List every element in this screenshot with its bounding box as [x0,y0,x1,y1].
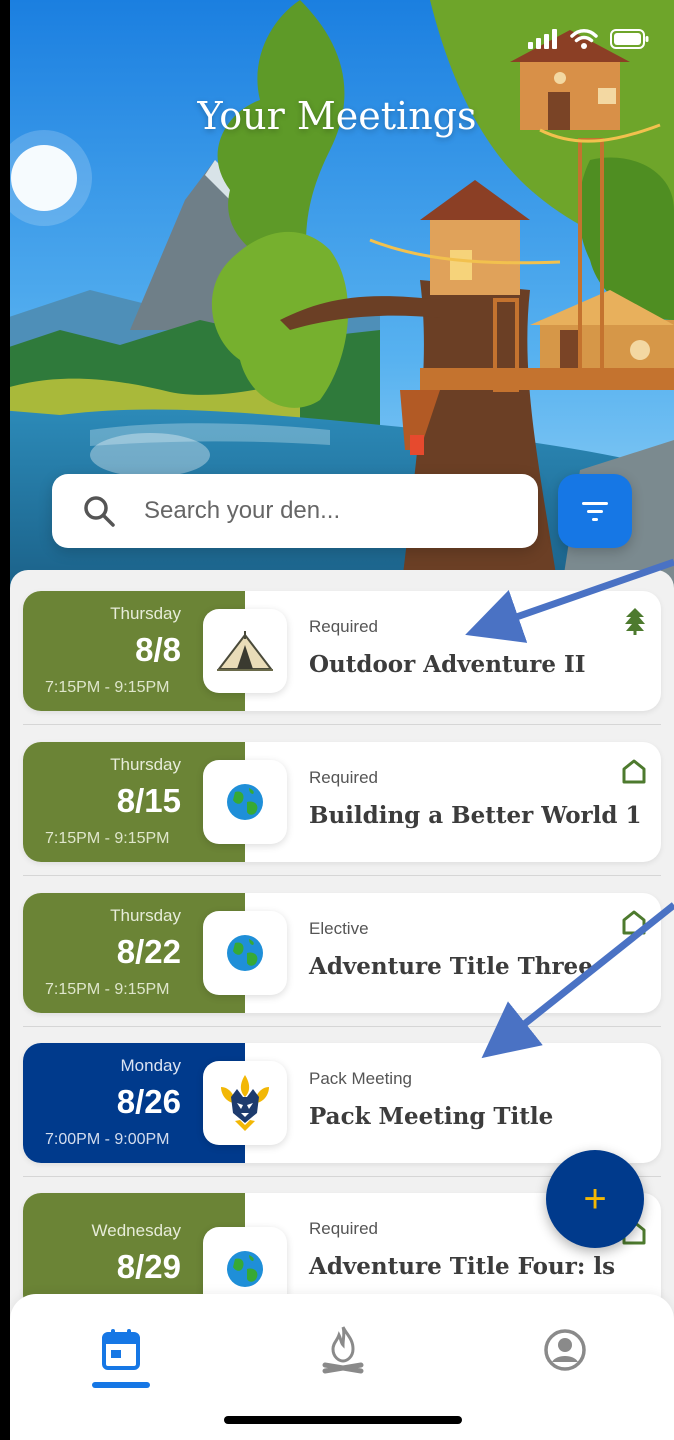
adventure-tile [203,760,287,844]
meeting-time: 7:15PM - 9:15PM [45,830,170,847]
meeting-title: Outdoor Adventure II [309,651,586,678]
meeting-day: Monday [120,1056,181,1075]
meeting-time: 7:15PM - 9:15PM [45,679,170,696]
add-meeting-button[interactable]: + [546,1150,644,1248]
nav-profile[interactable] [535,1320,595,1380]
calendar-icon [102,1329,140,1370]
meeting-type: Required [309,617,378,636]
globe-icon [227,784,263,820]
meeting-date: 8/26 [116,1083,181,1120]
meeting-day: Thursday [110,906,181,925]
meeting-date: 8/15 [116,782,181,819]
globe-icon [227,1251,263,1287]
meeting-type: Pack Meeting [309,1069,412,1088]
meeting-time: 7:00PM - 9:00PM [45,1131,170,1148]
tree-icon [625,608,645,635]
meeting-type: Elective [309,919,369,938]
search-input[interactable] [144,474,524,548]
meeting-title: Pack Meeting Title [309,1103,554,1130]
meeting-type: Required [309,768,378,787]
home-icon [622,910,646,935]
meeting-title: Adventure Title Four: ls [309,1253,616,1280]
adventure-tile [203,1061,287,1145]
status-bar [528,28,650,50]
meeting-date: 8/8 [135,631,181,668]
meeting-date: 8/29 [116,1248,181,1285]
globe-icon [227,935,263,971]
nav-calendar[interactable] [91,1320,151,1380]
meeting-day: Wednesday [91,1221,181,1240]
meeting-card[interactable]: Thursday 8/8 7:15PM - 9:15PM Required Ou… [23,591,661,711]
adventure-tile [203,911,287,995]
meeting-card[interactable]: Thursday 8/15 7:15PM - 9:15PM Required B… [23,742,661,862]
search-icon [84,496,115,527]
home-icon [622,759,646,784]
meeting-title: Building a Better World 1 [309,802,642,829]
profile-icon [544,1329,586,1371]
list-divider [23,1026,661,1027]
home-indicator [224,1416,462,1424]
meeting-title: Adventure Title Three [309,953,593,980]
cub-scout-emblem-icon [221,1075,269,1131]
filter-button[interactable] [558,474,632,548]
battery-icon [610,29,649,49]
list-divider [23,875,661,876]
list-divider [23,724,661,725]
nav-campfire[interactable] [313,1320,373,1380]
meeting-day: Thursday [110,755,181,774]
search-bar[interactable] [52,474,538,548]
device-bezel [0,0,10,1440]
meeting-type: Required [309,1219,378,1238]
tent-icon [216,631,274,671]
meeting-card[interactable]: Thursday 8/22 7:15PM - 9:15PM Elective A… [23,893,661,1013]
app-screen: Your Meetings Thursday 8/8 7:15PM - 9:15… [0,0,674,1440]
meeting-card[interactable]: Monday 8/26 7:00PM - 9:00PM Pack Meeting… [23,1043,661,1163]
bottom-nav [10,1294,674,1440]
adventure-tile [203,609,287,693]
filter-icon [582,502,608,521]
meeting-time: 7:15PM - 9:15PM [45,981,170,998]
meeting-date: 8/22 [116,933,181,970]
campfire-icon [322,1326,364,1374]
meeting-day: Thursday [110,604,181,623]
plus-icon: + [583,1176,607,1221]
active-tab-indicator [92,1382,150,1388]
wifi-icon [570,29,598,49]
cellular-signal-icon [528,29,557,49]
page-title: Your Meetings [197,94,477,138]
